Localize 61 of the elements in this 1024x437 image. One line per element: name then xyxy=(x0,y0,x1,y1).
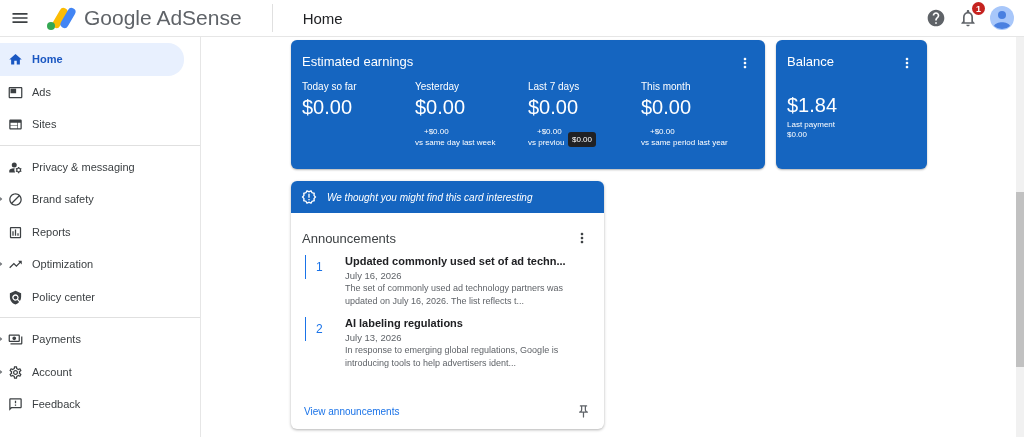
shield-icon xyxy=(8,289,23,305)
sidebar-item[interactable]: Payments xyxy=(0,323,184,356)
last-payment-label: Last payment xyxy=(787,120,837,129)
announcement-date: July 16, 2026 xyxy=(345,270,403,281)
brand-name: Google AdSense xyxy=(84,6,242,30)
sidebar-item[interactable]: Home xyxy=(0,43,184,76)
change-value: +$0.00 xyxy=(424,127,449,136)
period-label: Today so far xyxy=(302,81,358,92)
feedback-icon xyxy=(8,397,23,412)
ban-icon xyxy=(8,192,23,207)
period-label: This month xyxy=(641,81,692,92)
page-title: Home xyxy=(302,9,343,27)
change-value: +$0.00 xyxy=(650,127,675,136)
earnings-amount: $0.00 xyxy=(528,96,580,119)
sidebar-item[interactable]: Reports xyxy=(0,215,184,248)
notification-badge: 1 xyxy=(972,2,985,15)
announcement-date: July 13, 2026 xyxy=(345,332,403,343)
announcement-title[interactable]: Updated commonly used set of ad techn... xyxy=(345,255,590,267)
web-page-icon xyxy=(8,117,23,132)
sidebar-item[interactable]: Optimization xyxy=(0,248,184,281)
help-icon[interactable] xyxy=(926,8,946,28)
avatar[interactable] xyxy=(990,6,1014,30)
home-icon xyxy=(8,52,23,67)
sidebar-item[interactable]: Feedback xyxy=(0,388,184,421)
notification-icon[interactable] xyxy=(958,8,978,28)
card-title: Announcements xyxy=(302,230,396,246)
item-number: 2 xyxy=(305,317,345,341)
comparison-text: vs same day last week xyxy=(415,138,496,147)
earnings-amount: $0.00 xyxy=(641,96,693,119)
comparison-text: vs previou xyxy=(528,138,565,147)
gear-icon xyxy=(8,364,23,380)
sidebar-item[interactable]: Ads xyxy=(0,75,184,108)
alert-icon xyxy=(301,189,317,205)
comparison-text: vs same period last year xyxy=(641,138,728,147)
card-title: Estimated earnings xyxy=(302,54,414,69)
banner-text: We thought you might find this card interesting xyxy=(327,191,533,203)
last-payment-amount: $0.00 xyxy=(787,130,809,139)
pin-icon[interactable] xyxy=(576,404,591,419)
announcement-summary: The set of commonly used ad technology partners was updated on July 16, 2026. The list reflects t... xyxy=(345,282,565,308)
sidebar-item[interactable]: Sites xyxy=(0,108,184,141)
announcement-summary: In response to emerging global regulations, Google is introducing tools to help advertisers ident... xyxy=(345,344,560,370)
period-label: Yesterday xyxy=(415,81,461,92)
banknote-icon xyxy=(8,332,23,347)
announcement-title[interactable]: AI labeling regulations xyxy=(345,317,590,329)
item-number: 1 xyxy=(305,255,345,279)
balance-amount: $1.84 xyxy=(787,94,839,117)
view-announcements-link[interactable]: View announcements xyxy=(304,406,400,417)
scrollbar[interactable] xyxy=(1016,37,1024,437)
change-value: +$0.00 xyxy=(537,127,562,136)
sidebar-item[interactable]: Brand safety xyxy=(0,183,184,216)
ad-icon xyxy=(8,84,23,100)
tooltip: $0.00 xyxy=(568,132,597,147)
period-label: Last 7 days xyxy=(528,81,581,92)
sidebar-item[interactable]: Privacy & messaging xyxy=(0,150,184,183)
sidebar-item[interactable]: Account xyxy=(0,355,184,388)
bar-chart-icon xyxy=(8,224,23,240)
card-title: Balance xyxy=(787,54,834,69)
sidebar-item[interactable]: Policy center xyxy=(0,280,184,313)
earnings-amount: $0.00 xyxy=(302,96,354,119)
earnings-amount: $0.00 xyxy=(415,96,467,119)
logo-icon xyxy=(44,6,78,30)
